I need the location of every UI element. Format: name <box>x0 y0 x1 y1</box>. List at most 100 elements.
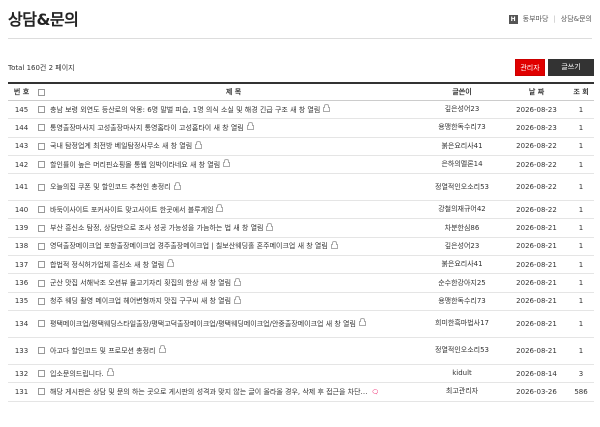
table-row[interactable]: 137 합법적 정식허가업체 흥신소 새 창 열림 붉은요리사41 2026-08-2… <box>8 255 594 275</box>
row-subject-cell[interactable]: 영덕출장메이크업 포항출장메이크업 경주출장메이크업 | 칠보산웨딩홀 혼주메이… <box>48 237 419 257</box>
row-subject-cell[interactable]: 오늘의집 쿠폰 및 할인코드 추천인 총정리 <box>48 173 419 202</box>
row-new-window-text[interactable]: 새 창 열림 <box>326 320 356 328</box>
row-subject-link[interactable]: 입소문의드립니다. <box>50 370 104 378</box>
row-checkbox-cell[interactable] <box>35 118 48 138</box>
table-row[interactable]: 136 군산 맛집 서해낙조 오션뷰 물고기자리 횟집의 한상 새 창 열림 순수한… <box>8 273 594 293</box>
table-row[interactable]: 133 아고다 할인코드 및 프로모션 총정리 정열적인오소리53 2026-08-2… <box>8 337 594 365</box>
row-checkbox[interactable] <box>38 320 45 328</box>
table-row[interactable]: 143 국내 탐정업계 최전방 베일탐정사무소 새 창 열림 붉은요리사41 2026… <box>8 137 594 156</box>
row-checkbox-cell[interactable] <box>35 364 48 384</box>
row-checkbox[interactable] <box>38 279 45 287</box>
row-writer[interactable]: 깊은성어23 <box>419 237 505 257</box>
row-writer[interactable]: 희미한흑마법사17 <box>419 310 505 338</box>
table-row[interactable]: 138 영덕출장메이크업 포항출장메이크업 경주출장메이크업 | 칠보산웨딩홀 혼… <box>8 237 594 257</box>
row-subject-cell[interactable]: 아고다 할인코드 및 프로모션 총정리 <box>48 337 419 365</box>
row-new-window-text[interactable]: 새 창 열림 <box>134 261 164 269</box>
row-checkbox-cell[interactable] <box>35 382 48 402</box>
row-checkbox-cell[interactable] <box>35 200 48 220</box>
row-new-window-text[interactable]: 새 창 열림 <box>201 279 231 287</box>
row-subject-link[interactable]: 부산 흥신소 탐정, 상담만으로 조사 성공 가능성을 가늠하는 법 <box>50 224 231 232</box>
table-row[interactable]: 131 해당 게시판은 상담 및 문의 하는 곳으로 게시판의 성격과 맞지 않는… <box>8 382 594 402</box>
row-subject-link[interactable]: 국내 탐정업계 최전방 베일탐정사무소 <box>50 142 160 150</box>
home-icon[interactable]: H <box>508 14 518 24</box>
row-new-window-text[interactable]: 새 창 열림 <box>213 124 243 132</box>
row-writer[interactable]: 최고관리자 <box>419 382 505 402</box>
write-button[interactable]: 글쓰기 <box>548 59 594 76</box>
row-writer[interactable]: 차분한심86 <box>419 218 505 238</box>
table-row[interactable]: 135 청주 웨딩 촬영 메이크업 헤어변형까지 맛집 구구씨 새 창 열림 용맹한… <box>8 292 594 311</box>
row-subject-link[interactable]: 군산 맛집 서해낙조 오션뷰 물고기자리 횟집의 한상 <box>50 279 199 287</box>
row-subject-link[interactable]: 아고다 할인코드 및 프로모션 총정리 <box>50 347 156 355</box>
row-subject-link[interactable]: 충남 보령 외연도 등산로의 악몽: 6명 말벌 피습, 1명 의식 소실 및 … <box>50 106 288 114</box>
row-checkbox-cell[interactable] <box>35 310 48 338</box>
row-writer[interactable]: 은하의멜론14 <box>419 155 505 175</box>
table-row[interactable]: 142 할인률이 높은 머리핀쇼핑몰 통웹 임박이라네요 새 창 열림 은하의멜론1… <box>8 155 594 175</box>
row-checkbox[interactable] <box>38 106 45 114</box>
table-row[interactable]: 134 평택메이크업/평택웨딩스타일출장/평택고덕출장메이크업/평택웨딩메이크업/… <box>8 310 594 338</box>
row-subject-link[interactable]: 해당 게시판은 상담 및 문의 하는 곳으로 게시판의 성격과 맞지 않는 글이… <box>50 388 368 396</box>
row-writer[interactable]: 용맹한독수리73 <box>419 292 505 311</box>
row-checkbox-cell[interactable] <box>35 255 48 275</box>
row-checkbox-cell[interactable] <box>35 155 48 175</box>
row-new-window-text[interactable]: 새 창 열림 <box>233 224 263 232</box>
row-subject-cell[interactable]: 청주 웨딩 촬영 메이크업 헤어변형까지 맛집 구구씨 새 창 열림 <box>48 292 419 311</box>
row-subject-link[interactable]: 할인률이 높은 머리핀쇼핑몰 통웹 임박이라네요 <box>50 161 188 169</box>
row-checkbox[interactable] <box>38 370 45 378</box>
row-checkbox[interactable] <box>38 161 45 169</box>
select-all-checkbox[interactable] <box>38 88 45 96</box>
row-checkbox-cell[interactable] <box>35 337 48 365</box>
row-checkbox[interactable] <box>38 206 45 214</box>
table-row[interactable]: 132 입소문의드립니다. kidult 2026-08-14 3 <box>8 364 594 384</box>
row-subject-link[interactable]: 청주 웨딩 촬영 메이크업 헤어변형까지 맛집 구구씨 <box>50 297 199 305</box>
row-subject-cell[interactable]: 평택메이크업/평택웨딩스타일출장/평택고덕출장메이크업/평택웨딩메이크업/안중출… <box>48 310 419 338</box>
breadcrumb-second[interactable]: 상담&문의 <box>561 14 592 24</box>
row-checkbox[interactable] <box>38 183 45 191</box>
row-subject-link[interactable]: 합법적 정식허가업체 흥신소 <box>50 261 132 269</box>
row-checkbox-cell[interactable] <box>35 173 48 202</box>
row-checkbox[interactable] <box>38 297 45 305</box>
header-checkbox[interactable] <box>35 82 48 101</box>
row-subject-cell[interactable]: 입소문의드립니다. <box>48 364 419 384</box>
row-writer[interactable]: 정열적인오소리53 <box>419 173 505 202</box>
breadcrumb-first[interactable]: 동부마당 <box>523 14 549 24</box>
table-row[interactable]: 140 바둑이사이트 포커사이트 맞고사이트 한곳에서 블루게임 강철의재규어42 2… <box>8 200 594 220</box>
row-checkbox[interactable] <box>38 347 45 355</box>
table-row[interactable]: 139 부산 흥신소 탐정, 상담만으로 조사 성공 가능성을 가늠하는 법 새 … <box>8 218 594 238</box>
row-checkbox[interactable] <box>38 388 45 396</box>
row-subject-cell[interactable]: 합법적 정식허가업체 흥신소 새 창 열림 <box>48 255 419 275</box>
row-subject-cell[interactable]: 국내 탐정업계 최전방 베일탐정사무소 새 창 열림 <box>48 137 419 156</box>
row-checkbox-cell[interactable] <box>35 273 48 293</box>
row-new-window-text[interactable]: 새 창 열림 <box>201 297 231 305</box>
row-writer[interactable]: 깊은성어23 <box>419 100 505 120</box>
row-writer[interactable]: 붉은요리사41 <box>419 255 505 275</box>
admin-button[interactable]: 관리자 <box>515 59 545 76</box>
table-row[interactable]: 145 충남 보령 외연도 등산로의 악몽: 6명 말벌 피습, 1명 의식 소실… <box>8 100 594 120</box>
row-checkbox-cell[interactable] <box>35 237 48 257</box>
row-new-window-text[interactable]: 새 창 열림 <box>162 142 192 150</box>
row-checkbox-cell[interactable] <box>35 218 48 238</box>
row-subject-link[interactable]: 통영출장마사지 고성출장마사지 통영홈타이 고성홈타이 <box>50 124 211 132</box>
row-writer[interactable]: 용맹한독수리73 <box>419 118 505 138</box>
row-checkbox-cell[interactable] <box>35 292 48 311</box>
row-checkbox-cell[interactable] <box>35 100 48 120</box>
row-subject-link[interactable]: 평택메이크업/평택웨딩스타일출장/평택고덕출장메이크업/평택웨딩메이크업/안중출… <box>50 320 323 328</box>
row-subject-cell[interactable]: 해당 게시판은 상담 및 문의 하는 곳으로 게시판의 성격과 맞지 않는 글이… <box>48 382 419 402</box>
row-writer[interactable]: 정열적인오소리53 <box>419 337 505 365</box>
row-subject-cell[interactable]: 할인률이 높은 머리핀쇼핑몰 통웹 임박이라네요 새 창 열림 <box>48 155 419 175</box>
row-new-window-text[interactable]: 새 창 열림 <box>190 161 220 169</box>
row-subject-cell[interactable]: 군산 맛집 서해낙조 오션뷰 물고기자리 횟집의 한상 새 창 열림 <box>48 273 419 293</box>
row-writer[interactable]: 순수한강아지25 <box>419 273 505 293</box>
row-subject-link[interactable]: 영덕출장메이크업 포항출장메이크업 경주출장메이크업 | 칠보산웨딩홀 혼주메이… <box>50 242 295 250</box>
row-new-window-text[interactable]: 새 창 열림 <box>298 242 328 250</box>
row-checkbox[interactable] <box>38 261 45 269</box>
row-checkbox[interactable] <box>38 224 45 232</box>
row-writer[interactable]: 붉은요리사41 <box>419 137 505 156</box>
row-subject-cell[interactable]: 부산 흥신소 탐정, 상담만으로 조사 성공 가능성을 가늠하는 법 새 창 열… <box>48 218 419 238</box>
row-writer[interactable]: kidult <box>419 364 505 384</box>
row-checkbox[interactable] <box>38 242 45 250</box>
row-new-window-text[interactable]: 새 창 열림 <box>290 106 320 114</box>
row-subject-cell[interactable]: 통영출장마사지 고성출장마사지 통영홈타이 고성홈타이 새 창 열림 <box>48 118 419 138</box>
row-subject-link[interactable]: 오늘의집 쿠폰 및 할인코드 추천인 총정리 <box>50 183 171 191</box>
row-writer[interactable]: 강철의재규어42 <box>419 200 505 220</box>
row-subject-link[interactable]: 바둑이사이트 포커사이트 맞고사이트 한곳에서 블루게임 <box>50 206 213 214</box>
